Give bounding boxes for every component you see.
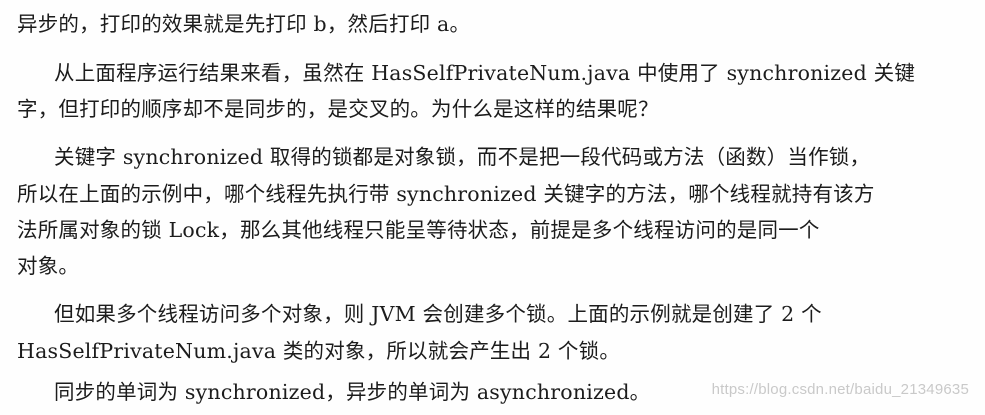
document-page: 异步的，打印的效果就是先打印 b，然后打印 a。 从上面程序运行结果来看，虽然在… — [0, 0, 985, 415]
text-line-5: 所以在上面的示例中，哪个线程先执行带 synchronized 关键字的方法，哪… — [17, 182, 875, 206]
source-watermark: https://blog.csdn.net/baidu_21349635 — [711, 381, 969, 398]
text-line-9: HasSelfPrivateNum.java 类的对象，所以就会产生出 2 个锁… — [17, 339, 621, 363]
text-line-10: 同步的单词为 synchronized，异步的单词为 asynchronized… — [54, 380, 651, 404]
text-line-3: 字，但打印的顺序却不是同步的，是交叉的。为什么是这样的结果呢？ — [17, 97, 659, 121]
text-line-6: 法所属对象的锁 Lock，那么其他线程只能呈等待状态，前提是多个线程访问的是同一… — [17, 218, 820, 242]
text-line-8: 但如果多个线程访问多个对象，则 JVM 会创建多个锁。上面的示例就是创建了 2 … — [54, 302, 822, 326]
text-line-7: 对象。 — [17, 254, 80, 278]
text-line-1: 异步的，打印的效果就是先打印 b，然后打印 a。 — [17, 12, 471, 36]
text-line-4: 关键字 synchronized 取得的锁都是对象锁，而不是把一段代码或方法（函… — [54, 145, 871, 169]
text-line-2: 从上面程序运行结果来看，虽然在 HasSelfPrivateNum.java 中… — [54, 61, 916, 85]
